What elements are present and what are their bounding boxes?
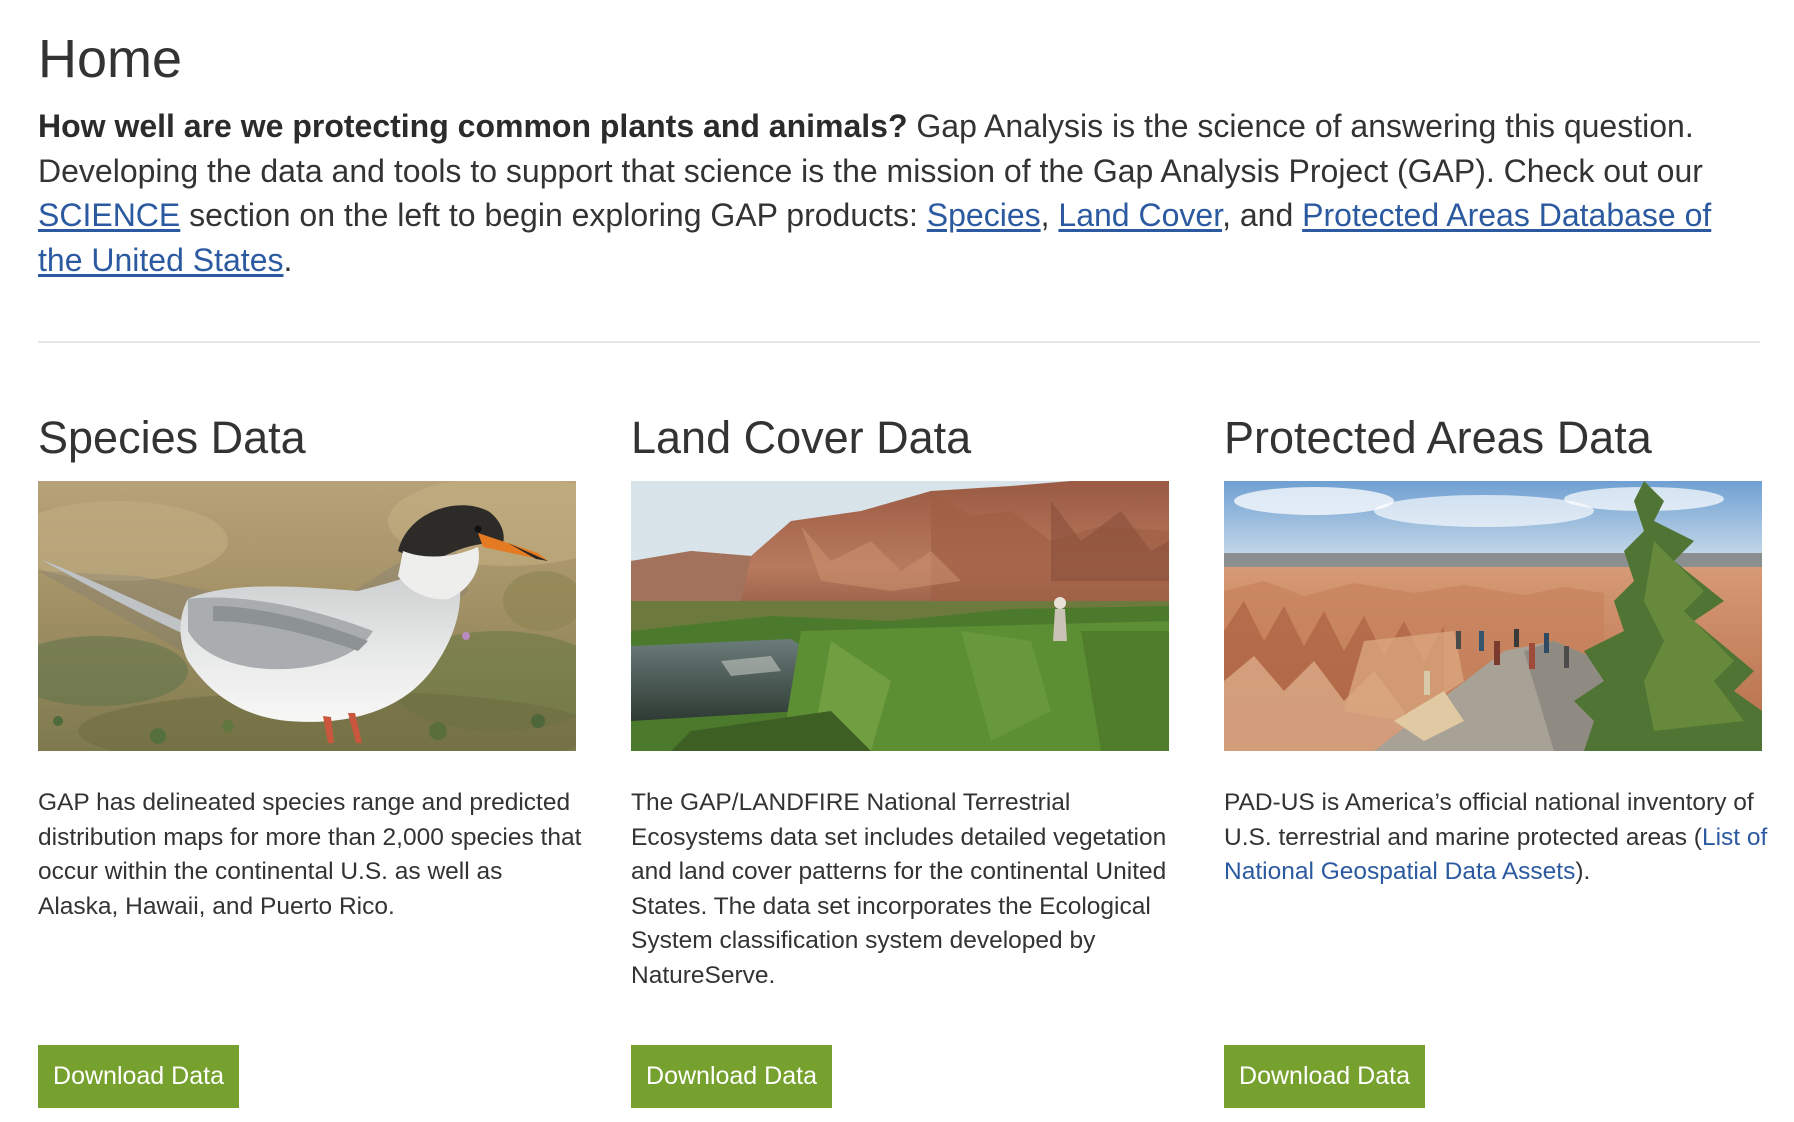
species-data-heading: Species Data xyxy=(38,412,306,463)
land-cover-data-card: Land Cover Data The GAP/LANDFIRE Nationa… xyxy=(631,406,1169,1116)
land-cover-data-description: The GAP/LANDFIRE National Terrestrial Ec… xyxy=(631,789,1167,989)
hoodoo-overlook-photo xyxy=(1224,481,1762,751)
land-cover-download-button[interactable]: Download Data xyxy=(631,1045,832,1108)
intro-separator: , and xyxy=(1222,197,1303,233)
protected-areas-data-heading: Protected Areas Data xyxy=(1224,412,1652,463)
intro-paragraph: How well are we protecting common plants… xyxy=(38,104,1760,282)
canyon-marsh-photo xyxy=(631,481,1169,751)
intro-separator: , xyxy=(1040,197,1059,233)
species-link[interactable]: Species xyxy=(927,197,1041,233)
protected-areas-text: PAD-US is America’s official national in… xyxy=(1224,789,1754,851)
land-cover-data-heading: Land Cover Data xyxy=(631,412,972,463)
species-download-button[interactable]: Download Data xyxy=(38,1045,239,1108)
intro-text: section on the left to begin exploring G… xyxy=(180,197,927,233)
land-cover-link[interactable]: Land Cover xyxy=(1058,197,1222,233)
intro-end: . xyxy=(283,241,293,278)
species-image xyxy=(38,481,576,751)
species-data-card: Species Data GAP has delineated species … xyxy=(38,406,581,1116)
protected-areas-text-end: ). xyxy=(1575,858,1591,885)
protected-areas-download-button[interactable]: Download Data xyxy=(1224,1045,1425,1108)
land-cover-image xyxy=(631,481,1169,751)
protected-areas-image xyxy=(1224,481,1762,751)
protected-areas-data-description: PAD-US is America’s official national in… xyxy=(1224,786,1772,890)
species-data-description: GAP has delineated species range and pre… xyxy=(38,789,582,920)
science-link[interactable]: SCIENCE xyxy=(38,197,180,233)
section-divider xyxy=(38,341,1760,343)
tern-photo xyxy=(38,481,576,751)
protected-areas-data-card: Protected Areas Data PAD-US is America’s… xyxy=(1224,406,1767,1116)
intro-question: How well are we protecting common plants… xyxy=(38,108,908,144)
page-title: Home xyxy=(38,29,183,89)
